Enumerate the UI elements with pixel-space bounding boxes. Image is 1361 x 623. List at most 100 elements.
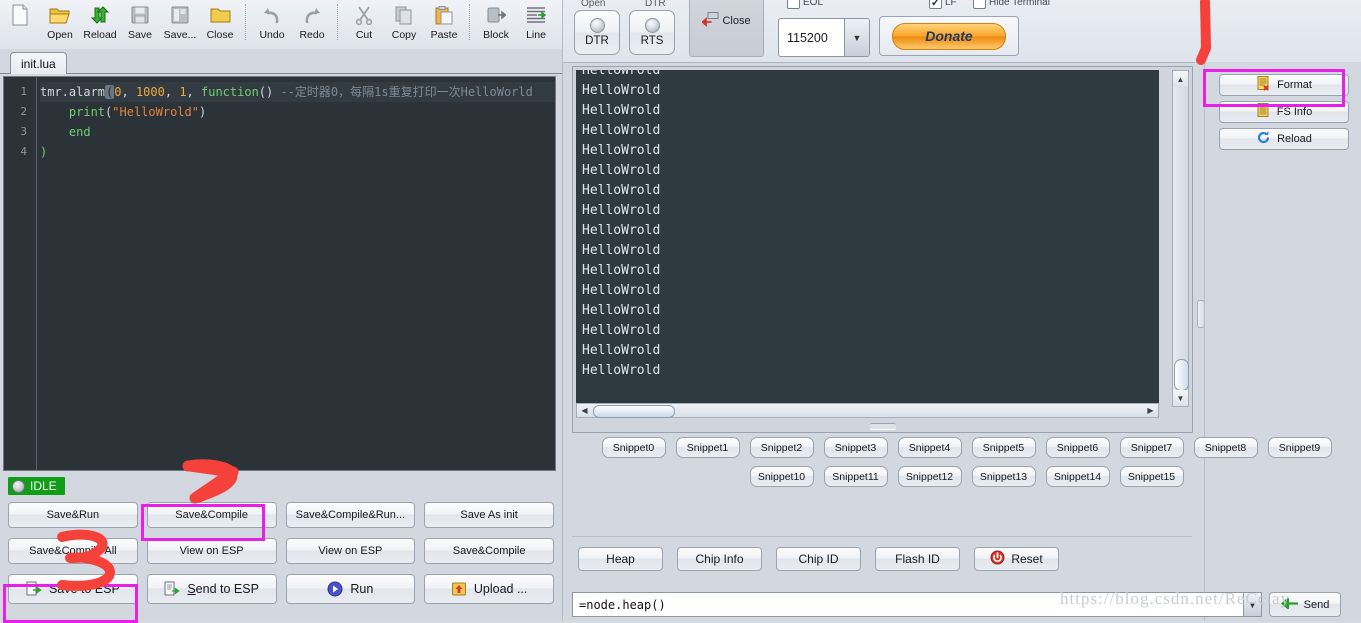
cut-button[interactable]: Cut <box>344 2 384 47</box>
send-to-esp-button[interactable]: Send to ESP <box>146 574 277 604</box>
redo-button[interactable]: Redo <box>292 2 332 47</box>
snippet-button-9[interactable]: Snippet9 <box>1267 437 1332 458</box>
command-input[interactable]: =node.heap() <box>572 592 1244 617</box>
code-line-4: ) <box>40 142 555 162</box>
code-token: end <box>40 125 91 139</box>
power-reset-icon <box>990 550 1005 568</box>
scissors-icon <box>355 2 373 28</box>
run-play-icon <box>327 581 343 597</box>
terminal-horizontal-scrollbar[interactable]: ◀ ▶ <box>576 403 1159 418</box>
scroll-left-icon[interactable]: ◀ <box>577 406 592 415</box>
snippet-button-6[interactable]: Snippet6 <box>1045 437 1110 458</box>
save-compile-button-2[interactable]: Save&Compile <box>424 538 554 564</box>
fs-info-button[interactable]: FS Info <box>1219 101 1349 123</box>
undo-button[interactable]: Undo <box>252 2 292 47</box>
copy-button[interactable]: Copy <box>384 2 424 47</box>
vertical-scroll-thumb[interactable] <box>1174 359 1189 391</box>
view-on-esp-button[interactable]: View on ESP <box>146 538 277 564</box>
horizontal-scroll-thumb[interactable] <box>593 405 675 418</box>
send-command-button[interactable]: Send <box>1269 592 1341 617</box>
snippet-button-8[interactable]: Snippet8 <box>1193 437 1258 458</box>
save-as-init-button[interactable]: Save As init <box>424 502 554 528</box>
panel-splitter[interactable] <box>1195 62 1199 621</box>
terminal-vertical-scrollbar[interactable]: ▲ ▼ <box>1172 70 1189 407</box>
code-lines: tmr.alarm(0, 1000, 1, function() --定时器0，… <box>40 82 555 162</box>
close-button[interactable]: Close <box>200 2 240 47</box>
eol-checkbox[interactable]: EOL <box>787 0 823 9</box>
code-token: function <box>201 85 259 99</box>
reset-button[interactable]: Reset <box>974 547 1059 571</box>
format-button[interactable]: Format <box>1219 74 1349 96</box>
snippet-button-2[interactable]: Snippet2 <box>749 437 814 458</box>
run-button[interactable]: Run <box>285 574 416 604</box>
copy-label: Copy <box>391 29 417 41</box>
toolbar-separator-1 <box>245 4 247 40</box>
view-on-esp-button-2[interactable]: View on ESP <box>285 538 416 564</box>
save-compile-all-button[interactable]: Save&Compile All <box>8 538 138 564</box>
snippet-button-5[interactable]: Snippet5 <box>971 437 1036 458</box>
line-number-gutter: 1 2 3 4 <box>4 77 34 470</box>
editor-toolbar: Open Reload Save Save... Close Undo Redo… <box>0 0 562 52</box>
status-label: IDLE <box>30 479 57 493</box>
terminal-line: HelloWrold <box>582 263 661 278</box>
save-to-esp-button[interactable]: Save to ESP <box>8 574 138 604</box>
terminal-line: HelloWrold <box>582 163 661 178</box>
editor-panel: Open Reload Save Save... Close Undo Redo… <box>0 0 563 621</box>
reload-button[interactable]: Reload <box>80 2 120 47</box>
new-file-button[interactable] <box>0 2 40 47</box>
scroll-right-icon[interactable]: ▶ <box>1143 406 1158 415</box>
close-port-button[interactable]: Close <box>689 0 764 57</box>
reload-label: Reload <box>83 29 117 41</box>
lf-checkbox[interactable]: ✓ LF <box>929 0 957 9</box>
flash-id-button[interactable]: Flash ID <box>875 547 960 571</box>
open-button[interactable]: Open <box>40 2 80 47</box>
fs-reload-button[interactable]: Reload <box>1219 128 1349 150</box>
paste-button[interactable]: Paste <box>424 2 464 47</box>
snippet-button-4[interactable]: Snippet4 <box>897 437 962 458</box>
terminal-line: HelloWrold <box>582 283 661 298</box>
snippet-button-13[interactable]: Snippet13 <box>971 466 1036 487</box>
snippet-buttons: Snippet0 Snippet1 Snippet2 Snippet3 Snip… <box>572 437 1361 505</box>
chip-info-button[interactable]: Chip Info <box>677 547 762 571</box>
save-compile-run-button[interactable]: Save&Compile&Run... <box>285 502 416 528</box>
snippet-button-10[interactable]: Snippet10 <box>749 466 814 487</box>
snippet-button-14[interactable]: Snippet14 <box>1045 466 1110 487</box>
chip-id-button[interactable]: Chip ID <box>776 547 861 571</box>
scroll-up-icon[interactable]: ▲ <box>1173 71 1188 87</box>
dtr-button[interactable]: DTR <box>574 10 620 55</box>
hide-terminal-checkbox[interactable]: Hide Terminal <box>973 0 1050 9</box>
snippet-button-12[interactable]: Snippet12 <box>897 466 962 487</box>
line-button[interactable]: Line <box>516 2 556 47</box>
redo-icon <box>302 2 322 28</box>
code-comment: --定时器0，每隔1s重复打印一次HelloWorld <box>280 85 533 99</box>
block-button[interactable]: Block <box>476 2 516 47</box>
code-token: tmr.alarm <box>40 85 106 99</box>
save-to-esp-icon <box>26 581 42 597</box>
snippet-button-0[interactable]: Snippet0 <box>601 437 666 458</box>
snippet-button-11[interactable]: Snippet11 <box>823 466 888 487</box>
snippet-button-3[interactable]: Snippet3 <box>823 437 888 458</box>
save-button[interactable]: Save <box>120 2 160 47</box>
scroll-down-icon[interactable]: ▼ <box>1173 390 1188 406</box>
save-and-run-button[interactable]: Save&Run <box>8 502 138 528</box>
snippet-button-7[interactable]: Snippet7 <box>1119 437 1184 458</box>
terminal-output[interactable]: HelloWrold HelloWrold HelloWrold HelloWr… <box>576 70 1159 407</box>
heap-button[interactable]: Heap <box>578 547 663 571</box>
code-token: , <box>164 85 180 99</box>
rts-button[interactable]: RTS <box>629 10 675 55</box>
baud-rate-select[interactable]: 115200 ▼ <box>778 18 870 57</box>
code-editor[interactable]: 1 2 3 4 tmr.alarm(0, 1000, 1, function()… <box>3 76 556 471</box>
upload-button[interactable]: Upload ... <box>424 574 554 604</box>
line-number: 3 <box>20 125 27 138</box>
terminal-line: HelloWrold <box>582 243 661 258</box>
command-history-dropdown[interactable]: ▼ <box>1244 592 1262 617</box>
save-and-compile-button[interactable]: Save&Compile <box>146 502 277 528</box>
copy-icon <box>395 2 413 28</box>
donate-button[interactable]: Donate <box>879 16 1019 56</box>
snippet-button-15[interactable]: Snippet15 <box>1119 466 1184 487</box>
terminal-resize-grip[interactable] <box>869 423 896 430</box>
save-as-button[interactable]: Save... <box>160 2 200 47</box>
snippet-button-1[interactable]: Snippet1 <box>675 437 740 458</box>
tab-init-lua[interactable]: init.lua <box>10 52 67 74</box>
